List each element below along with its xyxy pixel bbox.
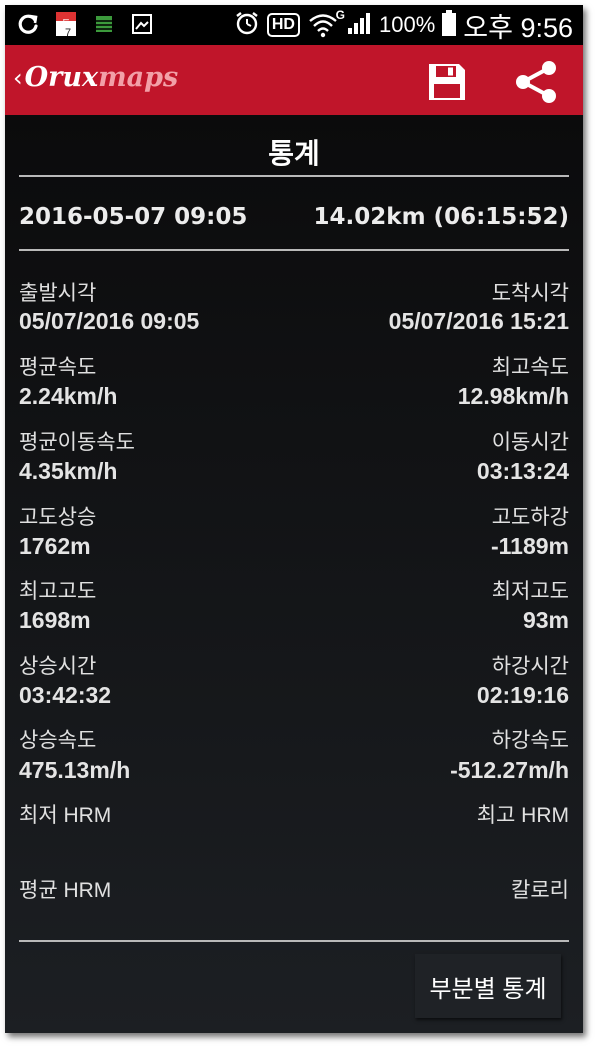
- max-speed-value: 12.98km/h: [457, 383, 569, 409]
- hd-voice-icon: HD: [266, 13, 300, 37]
- moving-time-value: 03:13:24: [476, 458, 569, 484]
- elevation-loss-value: -1189m: [490, 533, 569, 559]
- avg-speed-value: 2.24km/h: [19, 383, 118, 409]
- status-bar-left: 토 7: [15, 11, 155, 39]
- max-altitude-value: 1698m: [19, 607, 91, 633]
- ascent-time-label: 상승시간: [19, 655, 97, 678]
- calendar-day: 7: [65, 27, 72, 39]
- elevation-loss-label: 고도하강: [491, 506, 569, 529]
- summary-distance-time: 14.02km (06:15:52): [313, 204, 569, 230]
- refresh-notification-icon: [15, 11, 41, 37]
- logo-text-maps: maps: [98, 62, 179, 93]
- app-window: 토 7 HD G 100% 오후 9:56 ‹ Orux maps 통계 201…: [5, 5, 583, 1033]
- descent-time-label: 하강시간: [491, 655, 569, 678]
- avg-speed-label: 평균속도: [19, 356, 97, 379]
- save-button[interactable]: [427, 62, 467, 102]
- min-hrm-label: 최저 HRM: [19, 804, 112, 827]
- summary-divider: [19, 249, 569, 251]
- avg-moving-speed-label: 평균이동속도: [19, 431, 135, 454]
- logo-text-orux: Orux: [24, 62, 99, 93]
- status-clock: 오후 9:56: [463, 12, 573, 43]
- title-divider: [19, 175, 569, 177]
- status-bar-right: HD G 100% 오후 9:56: [234, 8, 573, 43]
- start-time-label: 출발시각: [19, 282, 97, 305]
- gallery-icon: [129, 11, 155, 37]
- bottom-divider: [19, 940, 569, 942]
- calendar-icon: 토 7: [53, 11, 79, 39]
- arrival-time-label: 도착시각: [491, 282, 569, 305]
- avg-hrm-label: 평균 HRM: [19, 879, 112, 902]
- ascent-time-value: 03:42:32: [19, 682, 112, 708]
- min-altitude-label: 최저고도: [491, 580, 569, 603]
- share-button[interactable]: [513, 60, 559, 104]
- calories-label: 칼로리: [511, 879, 569, 902]
- elevation-gain-label: 고도상승: [19, 506, 97, 529]
- floppy-disk-icon: [429, 64, 465, 100]
- status-bar: 토 7 HD G 100% 오후 9:56: [5, 5, 583, 45]
- max-hrm-label: 최고 HRM: [476, 804, 569, 827]
- share-icon: [516, 61, 556, 103]
- battery-icon: [442, 10, 457, 40]
- start-time-value: 05/07/2016 09:05: [19, 308, 200, 334]
- min-altitude-value: 93m: [522, 607, 569, 633]
- chevron-left-icon: ‹: [13, 63, 23, 92]
- battery-percent: 100%: [378, 12, 436, 37]
- descent-rate-value: -512.27m/h: [450, 757, 569, 783]
- descent-rate-label: 하강속도: [491, 729, 569, 752]
- max-speed-label: 최고속도: [491, 356, 569, 379]
- descent-time-value: 02:19:16: [476, 682, 569, 708]
- segment-stats-button[interactable]: 부분별 통계: [415, 954, 561, 1018]
- app-logo-back[interactable]: ‹ Orux maps: [13, 62, 178, 93]
- max-altitude-label: 최고고도: [19, 580, 97, 603]
- moving-time-label: 이동시간: [491, 431, 569, 454]
- arrival-time-value: 05/07/2016 15:21: [388, 308, 569, 334]
- notes-icon: [91, 11, 117, 37]
- ascent-rate-label: 상승속도: [19, 729, 97, 752]
- page-title: 통계: [268, 137, 320, 170]
- ascent-rate-value: 475.13m/h: [19, 757, 131, 783]
- signal-icon: [346, 11, 372, 39]
- network-type: G: [335, 8, 345, 22]
- avg-moving-speed-value: 4.35km/h: [19, 458, 118, 484]
- statistics-panel: 통계 2016-05-07 09:05 14.02km (06:15:52) 출…: [5, 115, 583, 1033]
- wifi-icon: G: [307, 8, 345, 39]
- app-bar: ‹ Orux maps: [5, 45, 583, 115]
- alarm-icon: [234, 10, 260, 40]
- elevation-gain-value: 1762m: [19, 533, 91, 559]
- summary-date: 2016-05-07 09:05: [19, 204, 248, 230]
